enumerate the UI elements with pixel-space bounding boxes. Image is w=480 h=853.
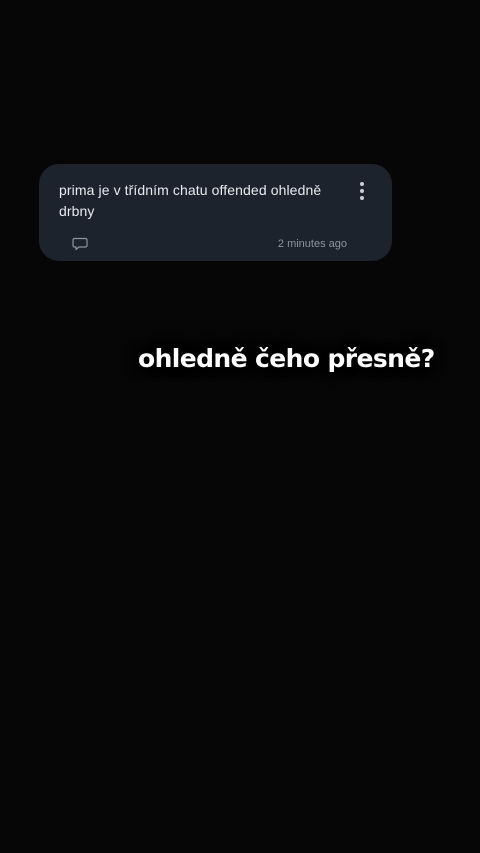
more-vertical-icon-dot — [360, 189, 364, 193]
more-vertical-icon — [360, 182, 364, 186]
more-options-button[interactable] — [353, 180, 371, 202]
screen: prima je v třídním chatu offended ohledn… — [0, 0, 480, 853]
comment-text: prima je v třídním chatu offended ohledn… — [59, 182, 322, 219]
caption-text: ohledně čeho přesně? — [138, 344, 435, 373]
comment-timestamp: 2 minutes ago — [277, 238, 347, 250]
speech-bubble-icon[interactable] — [72, 237, 88, 251]
more-vertical-icon-dot — [360, 196, 364, 200]
comment-card: prima je v třídním chatu offended ohledn… — [39, 164, 392, 261]
